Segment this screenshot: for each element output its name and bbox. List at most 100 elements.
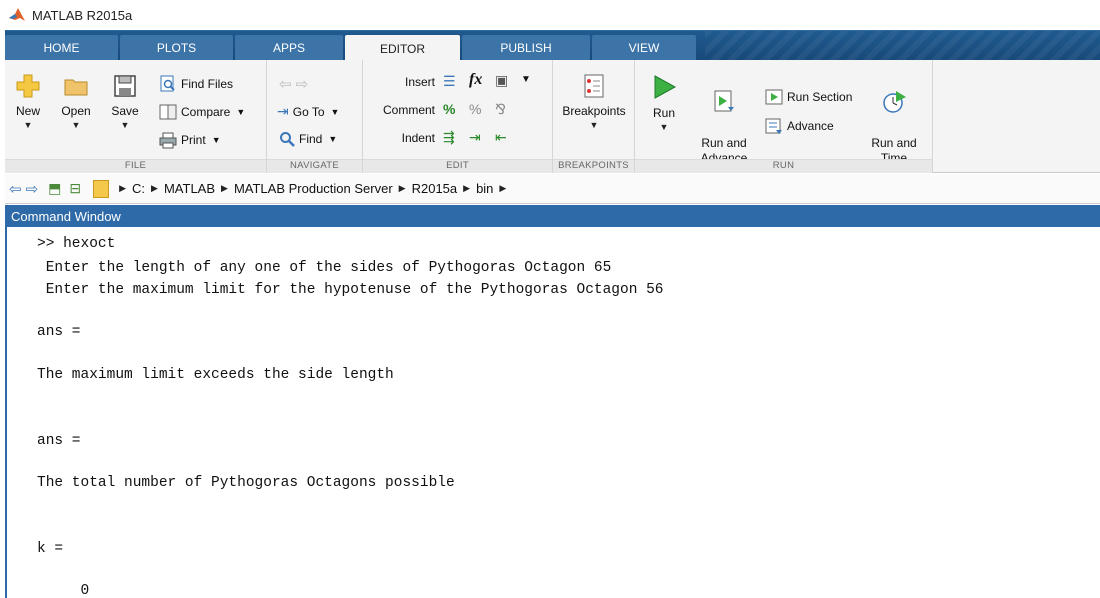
- breadcrumb-item[interactable]: MATLAB Production Server: [234, 181, 393, 196]
- chevron-down-icon: ▼: [120, 120, 130, 130]
- breadcrumb-item[interactable]: R2015a: [412, 181, 458, 196]
- breadcrumb-separator-icon: ▶: [151, 183, 158, 193]
- matlab-logo-icon: [9, 8, 25, 21]
- command-output-line: The maximum limit exceeds the side lengt…: [37, 367, 394, 383]
- folder-icon: [93, 179, 110, 198]
- folder-icon: [64, 79, 88, 96]
- tab-publish[interactable]: PUBLISH: [462, 35, 590, 61]
- tab-editor[interactable]: EDITOR: [345, 35, 460, 62]
- printer-icon: [159, 132, 177, 149]
- goto-button[interactable]: ⇥ Go To ▼: [277, 103, 339, 120]
- back-arrow-icon: ⇦: [279, 76, 292, 93]
- increase-indent-icon[interactable]: ⇥: [469, 129, 481, 146]
- breadcrumb-item[interactable]: MATLAB: [164, 181, 215, 196]
- tab-view[interactable]: VIEW: [592, 35, 696, 61]
- uncomment-icon[interactable]: %: [469, 101, 481, 117]
- insert-label[interactable]: Insert: [367, 75, 435, 89]
- forward-arrow-icon[interactable]: ⇨: [26, 180, 39, 198]
- breadcrumb: ▶ C: ▶ MATLAB ▶ MATLAB Production Server…: [113, 181, 512, 196]
- command-output-line: The total number of Pythogoras Octagons …: [37, 475, 455, 491]
- chevron-down-icon: ▼: [659, 122, 669, 132]
- new-button[interactable]: New ▼: [11, 74, 45, 130]
- breadcrumb-item[interactable]: bin: [476, 181, 493, 196]
- find-button[interactable]: Find ▼: [279, 131, 337, 147]
- browse-folder-icon[interactable]: ⊟: [69, 180, 81, 197]
- command-output-line: 0: [37, 583, 90, 598]
- run-play-icon: [654, 75, 677, 99]
- breakpoints-button[interactable]: Breakpoints ▼: [557, 74, 631, 130]
- chevron-down-icon: ▼: [211, 135, 221, 145]
- advance-icon: [765, 118, 782, 134]
- compare-icon: [159, 104, 177, 120]
- breadcrumb-separator-icon: ▶: [463, 183, 471, 193]
- command-output-line: Enter the length of any one of the sides…: [37, 260, 612, 276]
- breadcrumb-separator-icon: ▶: [221, 183, 228, 193]
- run-group: Run ▼ Run and Advance Run Section Advanc…: [635, 60, 933, 173]
- run-and-advance-button[interactable]: Run and Advance: [693, 74, 755, 166]
- nav-back-forward[interactable]: ⇦ ⇨: [279, 75, 308, 93]
- command-output-line: k =: [37, 541, 64, 557]
- ribbon-tab-strip: HOME PLOTS APPS EDITOR PUBLISH VIEW: [5, 30, 1100, 62]
- goto-icon: ⇥: [277, 103, 289, 119]
- command-output-line: ans =: [37, 324, 81, 340]
- comment-label[interactable]: Comment: [367, 103, 435, 117]
- chevron-down-icon[interactable]: ▼: [521, 74, 531, 85]
- chevron-down-icon: ▼: [23, 120, 33, 130]
- run-section-button[interactable]: Run Section: [765, 88, 852, 106]
- comment-percent-icon[interactable]: %: [443, 101, 455, 117]
- decrease-indent-icon[interactable]: ⇤: [495, 129, 507, 146]
- current-folder-bar: ⇦ ⇨ ⬒ ⊟ ▶ C: ▶ MATLAB ▶ MATLAB Productio…: [5, 174, 1100, 204]
- run-and-advance-icon: [714, 90, 734, 112]
- command-window[interactable]: >> hexoct Enter the length of any one of…: [5, 227, 1100, 598]
- chevron-down-icon: ▼: [71, 120, 81, 130]
- insert-function-icon[interactable]: fx: [469, 71, 482, 89]
- title-bar: MATLAB R2015a: [0, 0, 1100, 30]
- breadcrumb-item[interactable]: C:: [132, 181, 145, 196]
- chevron-down-icon: ▼: [328, 134, 338, 144]
- edit-group: Insert Comment Indent ☰ fx ▣ ▼ % % ⅋ ⇶ ⇥…: [363, 60, 553, 173]
- chevron-down-icon: ▼: [589, 120, 599, 130]
- chevron-down-icon: ▼: [236, 107, 246, 117]
- run-group-label: RUN: [635, 159, 932, 173]
- new-plus-icon: [16, 74, 40, 98]
- editor-ribbon: New ▼ Open ▼ Save ▼ Find Files Compare ▼…: [5, 60, 1100, 173]
- find-files-icon: [160, 75, 175, 92]
- command-output-line: Enter the maximum limit for the hypotenu…: [37, 282, 664, 298]
- breadcrumb-separator-icon: ▶: [499, 183, 507, 193]
- chevron-down-icon: ▼: [330, 106, 340, 117]
- run-and-time-icon: [883, 91, 906, 113]
- run-and-time-button[interactable]: Run and Time: [863, 74, 925, 166]
- breakpoints-group-label: BREAKPOINTS: [553, 159, 634, 173]
- up-folder-icon[interactable]: ⬒: [48, 180, 61, 197]
- breadcrumb-separator-icon: ▶: [398, 183, 406, 193]
- command-window-title: Command Window: [11, 208, 121, 224]
- save-button[interactable]: Save ▼: [107, 74, 143, 130]
- edit-group-label: EDIT: [363, 159, 552, 173]
- tab-plots[interactable]: PLOTS: [120, 35, 233, 61]
- insert-fx-box-icon[interactable]: ▣: [495, 72, 508, 89]
- back-arrow-icon[interactable]: ⇦: [9, 180, 22, 198]
- tab-home[interactable]: HOME: [5, 35, 118, 61]
- floppy-disk-icon: [114, 75, 136, 97]
- navigate-group: ⇦ ⇨ ⇥ Go To ▼ Find ▼ NAVIGATE: [267, 60, 363, 173]
- find-files-button[interactable]: Find Files: [159, 75, 233, 93]
- smart-indent-icon[interactable]: ⇶: [443, 129, 455, 146]
- run-button[interactable]: Run ▼: [647, 74, 681, 132]
- advance-button[interactable]: Advance: [765, 117, 834, 135]
- navigate-group-label: NAVIGATE: [267, 159, 362, 173]
- insert-section-icon[interactable]: ☰: [443, 73, 456, 90]
- breakpoints-group: Breakpoints ▼ BREAKPOINTS: [553, 60, 635, 173]
- file-group: New ▼ Open ▼ Save ▼ Find Files Compare ▼…: [5, 60, 267, 173]
- run-section-icon: [765, 89, 783, 105]
- open-button[interactable]: Open ▼: [57, 74, 95, 130]
- compare-button[interactable]: Compare ▼: [159, 103, 245, 121]
- tab-apps[interactable]: APPS: [235, 35, 343, 61]
- window-title: MATLAB R2015a: [32, 7, 133, 23]
- wrap-comments-icon[interactable]: ⅋: [495, 101, 506, 118]
- command-output-line: ans =: [37, 433, 81, 449]
- print-button[interactable]: Print ▼: [159, 131, 221, 149]
- forward-arrow-icon: ⇨: [295, 76, 309, 93]
- indent-label[interactable]: Indent: [367, 131, 435, 145]
- breadcrumb-separator-icon: ▶: [119, 183, 127, 193]
- command-line: >> hexoct: [37, 236, 116, 252]
